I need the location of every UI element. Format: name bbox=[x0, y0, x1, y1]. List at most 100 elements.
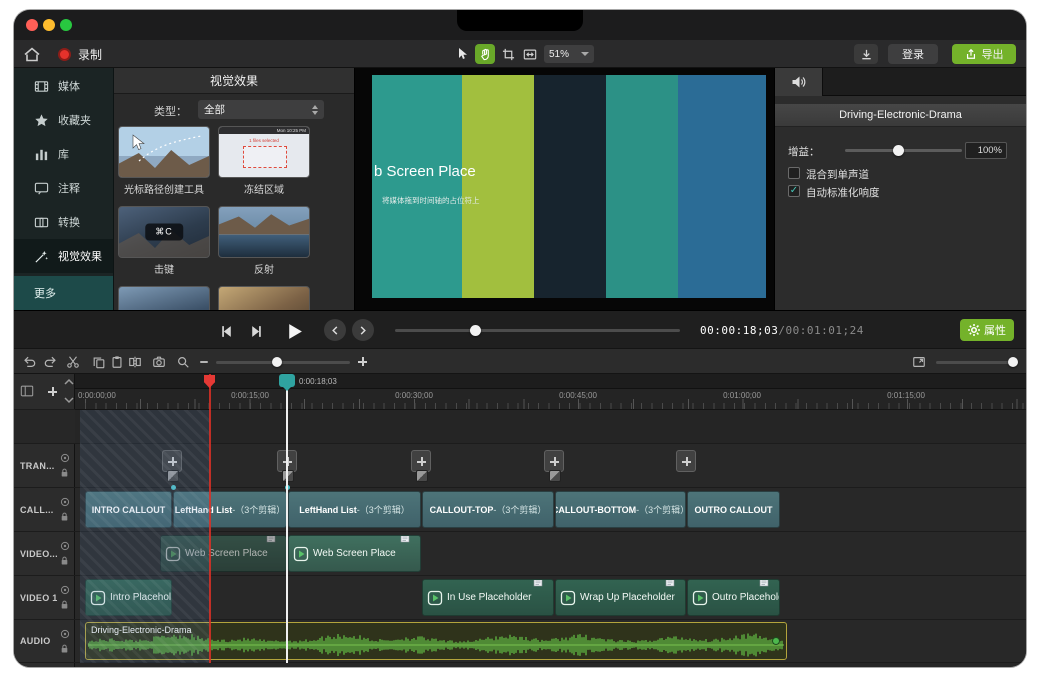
zoom-out-button[interactable] bbox=[200, 361, 208, 363]
transition-thumb-icon[interactable] bbox=[282, 470, 294, 482]
jump-forward-button[interactable] bbox=[352, 319, 374, 341]
add-transition-button[interactable] bbox=[544, 450, 564, 472]
copy-button[interactable] bbox=[92, 355, 106, 369]
add-transition-button[interactable] bbox=[411, 450, 431, 472]
timeline-clip-video[interactable]: Web Screen Place bbox=[288, 535, 421, 572]
effect-card[interactable] bbox=[218, 286, 310, 310]
timeline-scale-knob[interactable] bbox=[1008, 357, 1018, 367]
timeline-clip-callout[interactable]: LeftHand List -（3个剪辑） bbox=[288, 491, 421, 528]
scale-tool-button[interactable] bbox=[520, 44, 540, 64]
timeline-clip-placeholder[interactable]: Wrap Up Placeholder bbox=[555, 579, 686, 616]
timeline-clip-callout[interactable]: OUTRO CALLOUT bbox=[687, 491, 780, 528]
timeline-scrub-strip[interactable] bbox=[75, 374, 1026, 389]
select-tool-button[interactable] bbox=[452, 44, 472, 64]
track-header-transitions[interactable]: TRAN... bbox=[14, 444, 75, 488]
chevron-up-icon[interactable] bbox=[64, 378, 74, 386]
sidebar-item-more[interactable]: 更多 bbox=[14, 276, 113, 310]
effect-card[interactable] bbox=[118, 286, 210, 310]
timeline-clip-callout[interactable]: CALLOUT-BOTTOM -（3个剪辑） bbox=[555, 491, 686, 528]
timeline-clip-placeholder[interactable]: Outro Placeholder bbox=[687, 579, 780, 616]
cut-button[interactable] bbox=[66, 355, 80, 369]
login-button[interactable]: 登录 bbox=[888, 44, 938, 64]
track-toggle-icon[interactable] bbox=[60, 585, 70, 595]
timeline-scale-slider[interactable] bbox=[936, 361, 1018, 364]
split-button[interactable] bbox=[128, 355, 142, 369]
add-transition-button[interactable] bbox=[162, 450, 182, 472]
crop-tool-button[interactable] bbox=[498, 44, 518, 64]
preview-canvas[interactable]: b Screen Place 将媒体拖到时间轴的占位符上 bbox=[372, 75, 766, 298]
paste-button[interactable] bbox=[110, 355, 124, 369]
transition-thumb-icon[interactable] bbox=[549, 470, 561, 482]
track-toggle-icon[interactable] bbox=[60, 453, 70, 463]
timeline-clip-callout[interactable]: INTRO CALLOUT bbox=[85, 491, 172, 528]
sidebar-item-library[interactable]: 库 bbox=[14, 137, 113, 171]
transition-thumb-icon[interactable] bbox=[416, 470, 428, 482]
next-frame-button[interactable] bbox=[246, 321, 266, 341]
track-header-callouts[interactable]: CALL... bbox=[14, 488, 75, 532]
sidebar-item-visual-effects[interactable]: 视觉效果 bbox=[14, 239, 113, 273]
canvas-zoom-select[interactable]: 51% bbox=[544, 45, 594, 63]
mix-mono-checkbox[interactable] bbox=[788, 167, 800, 179]
minimize-button[interactable] bbox=[43, 19, 55, 31]
snapshot-button[interactable] bbox=[152, 355, 166, 369]
tab-audio-properties[interactable] bbox=[775, 68, 823, 96]
zoom-in-button[interactable] bbox=[358, 357, 367, 366]
timeline-clip-placeholder[interactable]: Intro Placeholder bbox=[85, 579, 172, 616]
track-lock-icon[interactable] bbox=[60, 556, 70, 566]
add-track-button[interactable] bbox=[48, 387, 57, 396]
redo-button[interactable] bbox=[44, 355, 58, 369]
track-toggle-icon[interactable] bbox=[60, 497, 70, 507]
timeline-clip-video[interactable]: Web Screen Place bbox=[160, 535, 287, 572]
track-header-audio[interactable]: AUDIO bbox=[14, 620, 75, 663]
sidebar-item-media[interactable]: 媒体 bbox=[14, 69, 113, 103]
track-lock-icon[interactable] bbox=[60, 600, 70, 610]
track-header-video1[interactable]: VIDEO 1 bbox=[14, 576, 75, 620]
track-toggle-icon[interactable] bbox=[60, 629, 70, 639]
effect-card-reflection[interactable]: 反射 bbox=[218, 206, 310, 276]
effect-card-freeze-region[interactable]: Mon 10:25 PM 1 files selected 冻结区域 bbox=[218, 126, 310, 196]
fit-timeline-button[interactable] bbox=[912, 355, 926, 369]
timeline-ruler[interactable]: 0:00:00;00 0:00:15;00 0:00:30;00 0:00:45… bbox=[75, 374, 1026, 410]
track-lock-icon[interactable] bbox=[60, 468, 70, 478]
home-button[interactable] bbox=[22, 44, 42, 64]
track-lock-icon[interactable] bbox=[60, 644, 70, 654]
play-button[interactable] bbox=[282, 319, 306, 343]
timeline-clip-audio[interactable]: Driving-Electronic-Drama bbox=[85, 622, 787, 660]
timeline-clip-callout[interactable]: CALLOUT-TOP -（3个剪辑） bbox=[422, 491, 554, 528]
chevron-down-icon[interactable] bbox=[64, 396, 74, 404]
timeline-zoom-button[interactable] bbox=[176, 355, 190, 369]
timeline-empty-row[interactable] bbox=[75, 410, 1026, 444]
gain-value-box[interactable]: 100% bbox=[965, 142, 1007, 159]
timeline-zoom-slider[interactable] bbox=[216, 361, 350, 364]
transition-thumb-icon[interactable] bbox=[167, 470, 179, 482]
timeline-zoom-knob[interactable] bbox=[272, 357, 282, 367]
effects-type-select[interactable]: 全部 bbox=[198, 100, 324, 119]
track-header-video2[interactable]: VIDEO... bbox=[14, 532, 75, 576]
track-lock-icon[interactable] bbox=[60, 512, 70, 522]
effect-indicator-dot[interactable] bbox=[772, 637, 780, 645]
sidebar-item-favorites[interactable]: 收藏夹 bbox=[14, 103, 113, 137]
properties-button[interactable]: 属性 bbox=[960, 319, 1014, 341]
timeline-clip-placeholder[interactable]: In Use Placeholder bbox=[422, 579, 554, 616]
playback-scrubber[interactable] bbox=[395, 329, 680, 332]
normalize-checkbox[interactable]: ✓ bbox=[788, 185, 800, 197]
playhead-handle[interactable] bbox=[279, 374, 295, 387]
pan-tool-button[interactable] bbox=[475, 44, 495, 64]
effect-card-cursor-path[interactable]: 光标路径创建工具 bbox=[118, 126, 210, 196]
download-button[interactable] bbox=[854, 44, 878, 64]
prev-frame-button[interactable] bbox=[216, 321, 236, 341]
effect-card-keystrokes[interactable]: ⌘C 击键 bbox=[118, 206, 210, 276]
sidebar-item-annotations[interactable]: 注释 bbox=[14, 171, 113, 205]
track-toggle-icon[interactable] bbox=[60, 541, 70, 551]
scrubber-knob[interactable] bbox=[470, 325, 481, 336]
track-options-icon[interactable] bbox=[20, 384, 34, 398]
add-transition-button[interactable] bbox=[676, 450, 696, 472]
export-button[interactable]: 导出 bbox=[952, 44, 1016, 64]
sidebar-item-transitions[interactable]: 转换 bbox=[14, 205, 113, 239]
gain-slider-knob[interactable] bbox=[893, 145, 904, 156]
timeline-clip-callout[interactable]: LeftHand List -（3个剪辑） bbox=[173, 491, 287, 528]
undo-button[interactable] bbox=[22, 355, 36, 369]
jump-back-button[interactable] bbox=[324, 319, 346, 341]
maximize-button[interactable] bbox=[60, 19, 72, 31]
record-button[interactable]: 录制 bbox=[58, 44, 102, 64]
